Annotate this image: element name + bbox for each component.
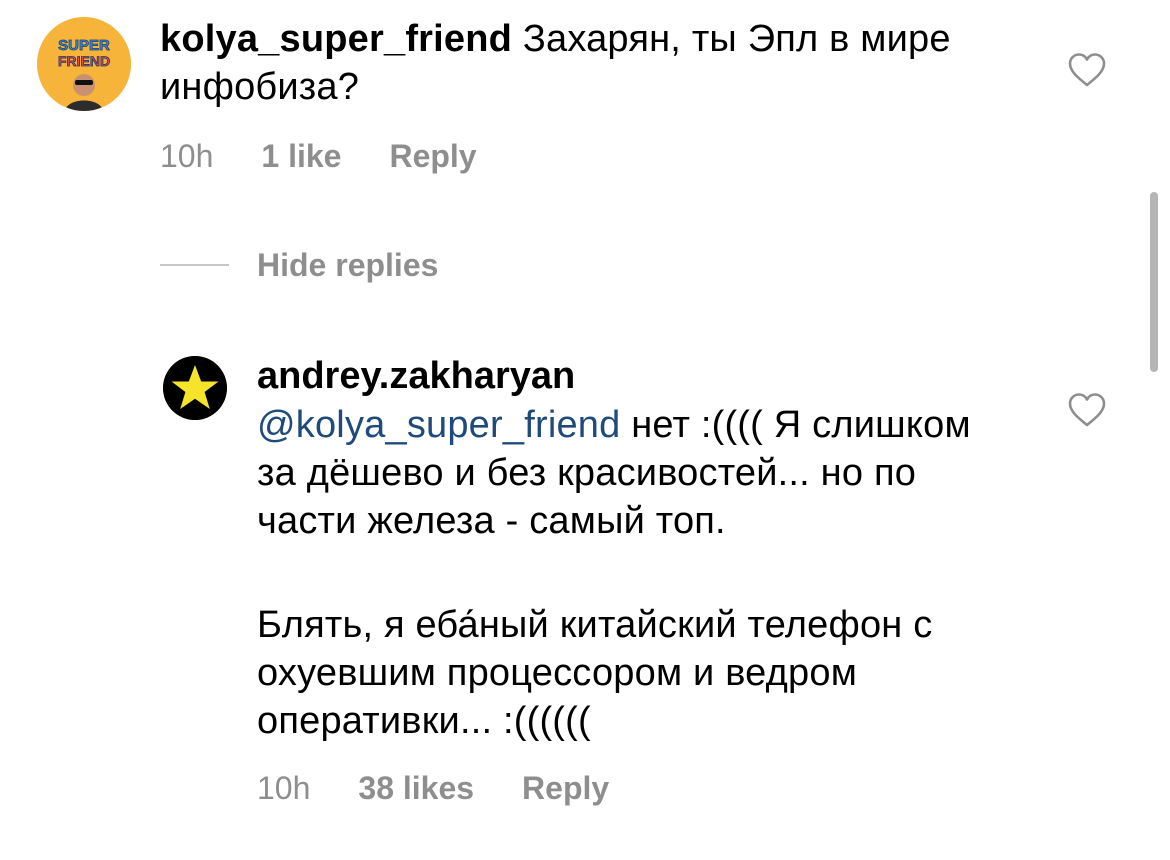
comment-2-mention[interactable]: @kolya_super_friend (257, 404, 620, 446)
hide-replies-divider (160, 264, 229, 266)
comment-2-meta: 10h 38 likes Reply (257, 768, 609, 808)
comment-2-likes[interactable]: 38 likes (358, 770, 474, 806)
like-heart-icon[interactable] (1068, 392, 1106, 428)
comment-1-meta: 10h 1 like Reply (160, 136, 477, 176)
comment-2-reply-button[interactable]: Reply (522, 770, 609, 806)
avatar-andrey-zakharyan[interactable] (163, 356, 227, 420)
avatar-kolya-super-friend[interactable]: SUPER FRIEND (37, 17, 131, 111)
comment-1-body: kolya_super_friend Захарян, ты Эпл в мир… (160, 15, 980, 111)
comment-1-reply-button[interactable]: Reply (389, 138, 476, 174)
comment-1-likes[interactable]: 1 like (261, 138, 341, 174)
svg-text:FRIEND: FRIEND (58, 53, 110, 69)
comments-thread: SUPER FRIEND kolya_super_friend Захарян,… (0, 0, 1170, 860)
comment-2-body: @kolya_super_friend нет :(((( Я слишком … (257, 401, 1017, 545)
hide-replies-button[interactable]: Hide replies (257, 245, 438, 285)
comment-2-username[interactable]: andrey.zakharyan (257, 352, 575, 400)
like-heart-icon[interactable] (1068, 52, 1106, 88)
super-friend-logo-icon: SUPER FRIEND (37, 17, 131, 111)
comment-2-time: 10h (257, 770, 311, 806)
comment-2-text-part2: Блять, я еба́ный китайский телефон с оху… (257, 604, 933, 742)
star-icon (163, 356, 227, 420)
comment-1-username[interactable]: kolya_super_friend (160, 18, 512, 60)
scrollbar[interactable] (1150, 192, 1158, 372)
comment-1-time: 10h (160, 138, 214, 174)
svg-text:SUPER: SUPER (58, 37, 110, 54)
